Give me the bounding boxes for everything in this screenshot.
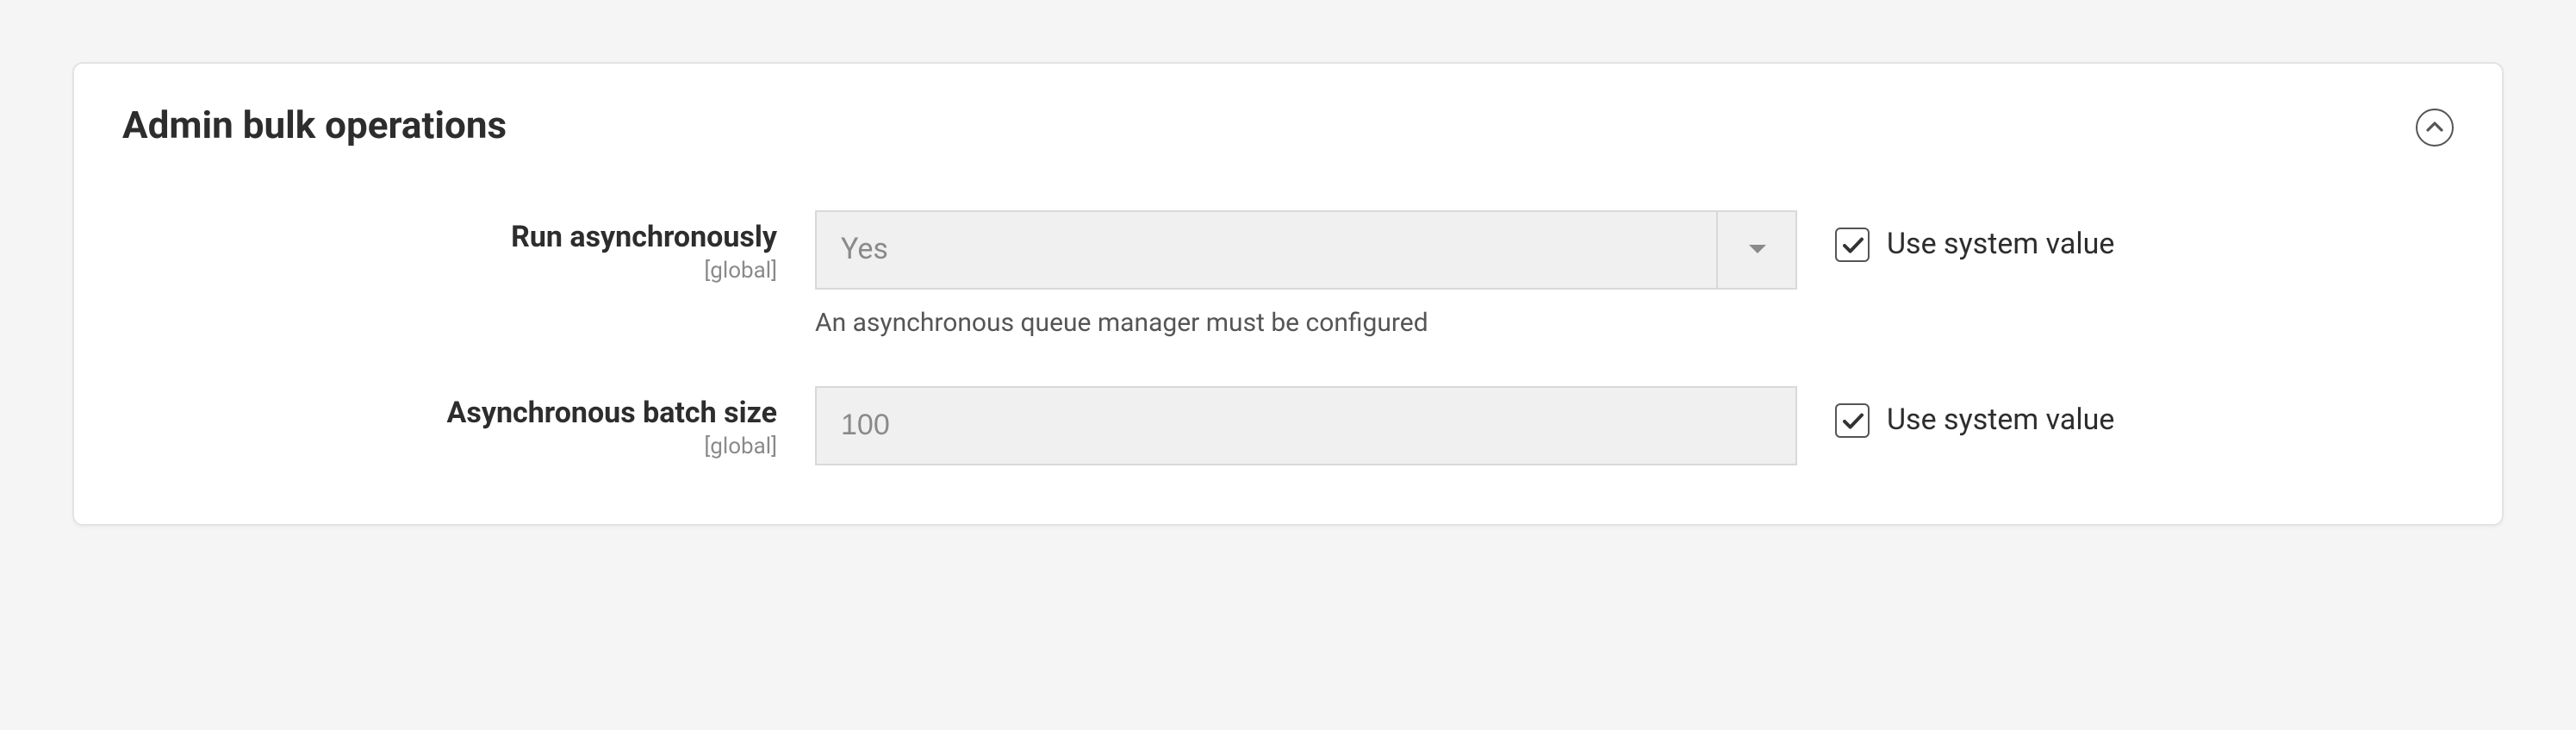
asynchronous-batch-size-use-system-checkbox[interactable]: [1835, 403, 1870, 438]
field-label-col: Asynchronous batch size [global]: [122, 386, 777, 461]
field-row-run-asynchronously: Run asynchronously [global] Yes An async…: [122, 210, 2454, 338]
check-icon: [1841, 411, 1864, 430]
asynchronous-batch-size-scope: [global]: [122, 435, 777, 461]
chevron-down-icon: [1716, 212, 1795, 288]
panel-title: Admin bulk operations: [122, 105, 507, 148]
run-asynchronously-label: Run asynchronously: [122, 221, 777, 256]
run-asynchronously-select: Yes: [815, 210, 1797, 290]
asynchronous-batch-size-input: [815, 386, 1797, 465]
use-system-value-group: Use system value: [1835, 386, 2283, 438]
run-asynchronously-scope: [global]: [122, 259, 777, 285]
run-asynchronously-use-system-checkbox[interactable]: [1835, 228, 1870, 262]
field-control-col: [815, 386, 1797, 465]
admin-bulk-operations-panel: Admin bulk operations Run asynchronously…: [72, 62, 2504, 526]
run-asynchronously-note: An asynchronous queue manager must be co…: [815, 307, 1797, 338]
panel-header: Admin bulk operations: [122, 105, 2454, 148]
field-row-asynchronous-batch-size: Asynchronous batch size [global] Use sys…: [122, 386, 2454, 465]
check-icon: [1841, 235, 1864, 254]
collapse-toggle-button[interactable]: [2416, 108, 2454, 146]
use-system-value-group: Use system value: [1835, 210, 2283, 262]
field-label-col: Run asynchronously [global]: [122, 210, 777, 285]
chevron-up-icon: [2426, 121, 2443, 133]
asynchronous-batch-size-label: Asynchronous batch size: [122, 396, 777, 432]
field-control-col: Yes An asynchronous queue manager must b…: [815, 210, 1797, 338]
asynchronous-batch-size-use-system-label[interactable]: Use system value: [1887, 403, 2114, 438]
run-asynchronously-select-value: Yes: [817, 212, 1716, 288]
run-asynchronously-use-system-label[interactable]: Use system value: [1887, 228, 2114, 262]
